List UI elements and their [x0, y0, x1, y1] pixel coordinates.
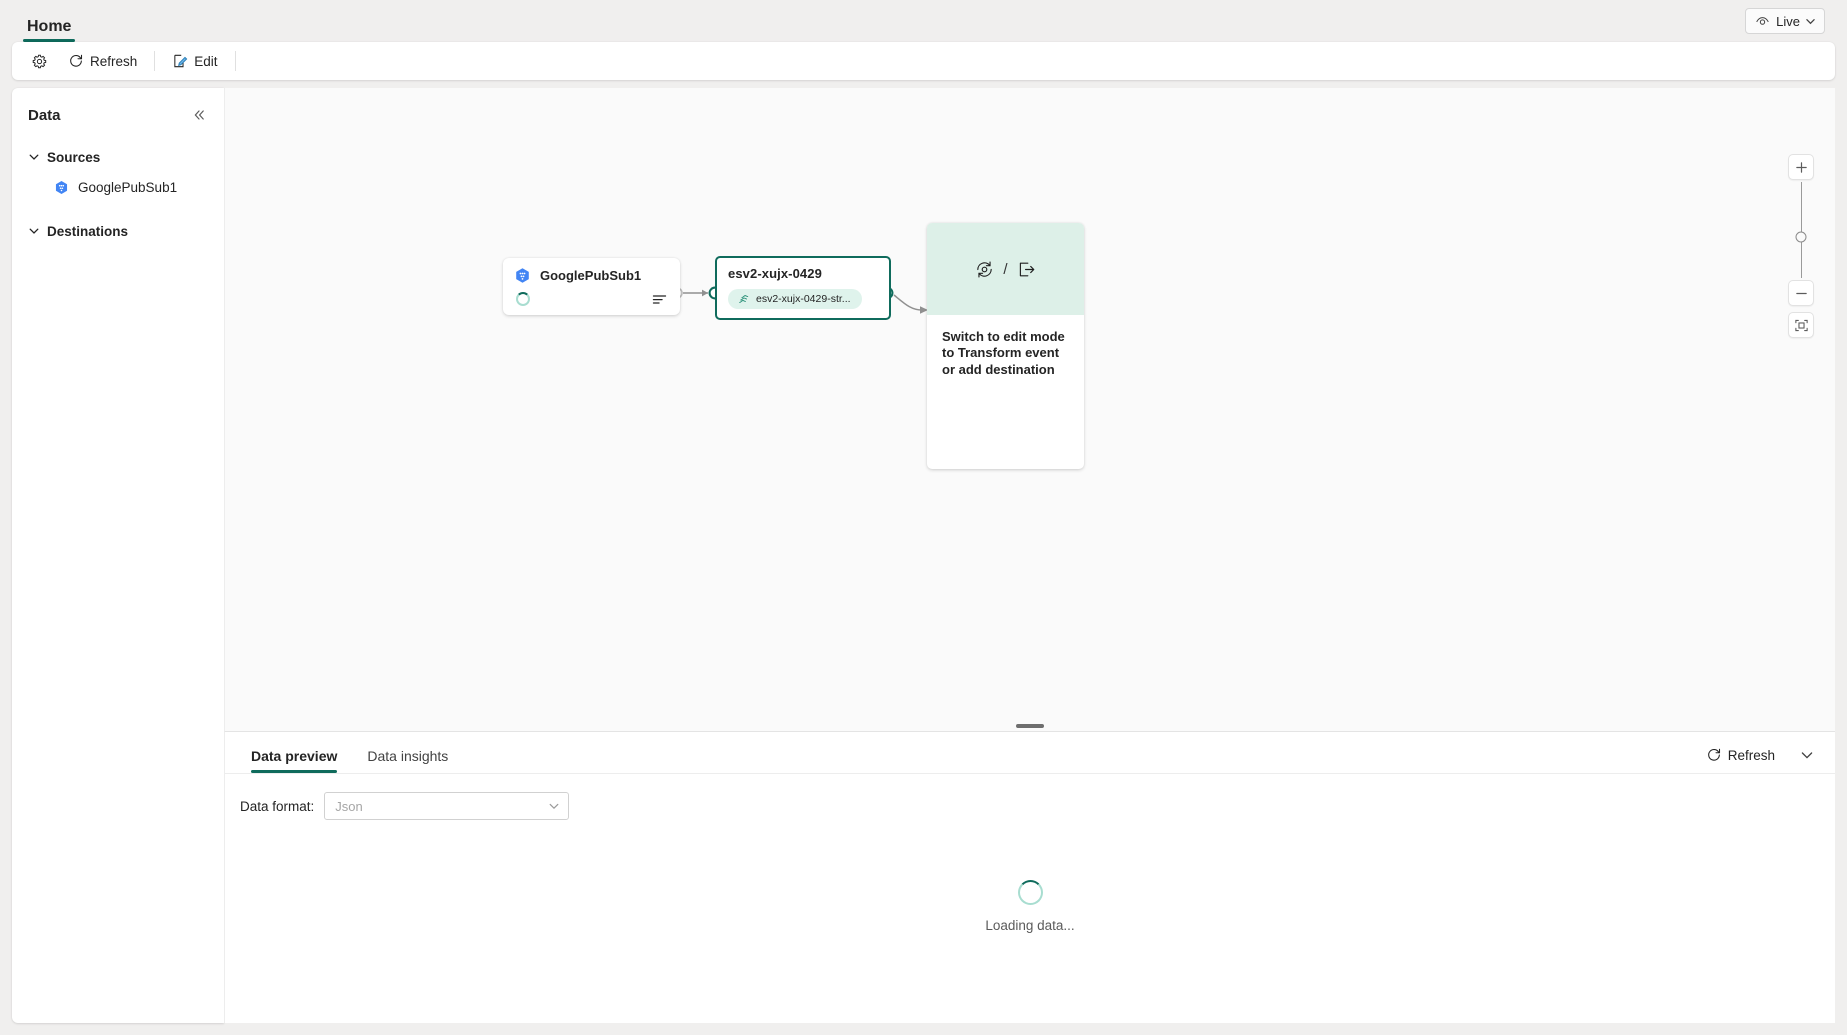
canvas-node-placeholder[interactable]: / Switch to edit mode to Transform event… [927, 223, 1084, 469]
bottom-panel-collapse-button[interactable] [1795, 743, 1819, 767]
fit-to-screen-button[interactable] [1788, 312, 1814, 338]
zoom-slider-handle[interactable] [1796, 232, 1807, 243]
refresh-icon [68, 53, 84, 69]
minus-icon [1795, 287, 1808, 300]
eventstream-stream-label: esv2-xujx-0429-str... [756, 293, 851, 305]
data-format-value: Json [335, 799, 362, 814]
canvas-node-source[interactable]: GooglePubSub1 [503, 258, 680, 315]
tab-home[interactable]: Home [23, 19, 75, 42]
edit-button[interactable]: Edit [163, 47, 226, 75]
chevron-down-icon [1800, 748, 1814, 762]
source-node-header: GooglePubSub1 [514, 267, 669, 284]
canvas-node-eventstream[interactable]: esv2-xujx-0429 esv2-xujx-0429-str... [715, 256, 891, 320]
add-destination-icon [1016, 259, 1037, 280]
transform-event-icon [974, 259, 995, 280]
sidebar-group-destinations[interactable]: Destinations [12, 216, 224, 246]
eye-icon [1755, 14, 1770, 29]
chevron-down-icon [548, 800, 560, 812]
data-format-label: Data format: [240, 799, 314, 814]
zoom-out-button[interactable] [1788, 280, 1814, 306]
bottom-panel-actions: Refresh [1700, 743, 1819, 767]
live-mode-label: Live [1776, 14, 1800, 29]
plus-icon [1795, 161, 1808, 174]
chevron-down-icon [28, 151, 40, 163]
tab-data-insights[interactable]: Data insights [367, 748, 448, 773]
loading-data-text: Loading data... [985, 918, 1074, 933]
tab-data-preview-label: Data preview [251, 748, 337, 764]
google-pubsub-icon [514, 267, 531, 284]
sidebar-collapse-button[interactable] [188, 104, 210, 126]
placeholder-hint-text: Switch to edit mode to Transform event o… [927, 315, 1084, 378]
edit-pencil-icon [172, 53, 188, 69]
chevron-down-icon [1806, 17, 1815, 26]
data-preview-loading: Loading data... [225, 880, 1835, 933]
live-mode-button[interactable]: Live [1745, 8, 1825, 34]
tab-home-label: Home [27, 18, 71, 35]
data-sidebar: Data Sources GooglePubSub1 Desti [12, 88, 224, 1023]
sidebar-group-destinations-label: Destinations [47, 224, 128, 239]
eventstream-canvas[interactable]: GooglePubSub1 esv2-xujx-0429 esv2-xujx-0… [224, 88, 1835, 721]
loading-spinner-icon [516, 292, 530, 306]
splitter-grip [1016, 724, 1044, 728]
chevron-down-icon [28, 225, 40, 237]
placeholder-icon-row: / [927, 223, 1084, 315]
bottom-refresh-button[interactable]: Refresh [1700, 743, 1781, 767]
source-node-title: GooglePubSub1 [540, 268, 641, 283]
sidebar-group-sources[interactable]: Sources [12, 142, 224, 172]
google-pubsub-icon [54, 180, 69, 195]
sidebar-header: Data [12, 102, 224, 128]
canvas-zoom-controls [1783, 154, 1819, 338]
toolbar-separator-1 [154, 51, 155, 71]
gear-icon [31, 53, 48, 70]
panel-splitter[interactable] [224, 721, 1835, 731]
fit-to-screen-icon [1794, 318, 1809, 333]
bottom-panel-tabs: Data preview Data insights Refresh [225, 732, 1835, 774]
refresh-button-label: Refresh [90, 54, 137, 69]
data-format-select[interactable]: Json [324, 792, 569, 820]
zoom-slider-track[interactable] [1801, 182, 1802, 278]
refresh-button[interactable]: Refresh [59, 47, 146, 75]
tab-data-insights-label: Data insights [367, 748, 448, 764]
refresh-icon [1706, 747, 1722, 763]
edit-button-label: Edit [194, 54, 217, 69]
toolbar-separator-2 [235, 51, 236, 71]
source-node-footer [514, 292, 669, 306]
command-toolbar: Refresh Edit [12, 42, 1835, 80]
menu-lines-icon[interactable] [652, 293, 667, 305]
bottom-refresh-label: Refresh [1728, 748, 1775, 763]
data-format-row: Data format: Json [225, 774, 1835, 820]
zoom-in-button[interactable] [1788, 154, 1814, 180]
window-tab-strip: Home Live [0, 0, 1847, 42]
chevron-double-left-icon [192, 108, 206, 122]
eventstream-node-title: esv2-xujx-0429 [728, 266, 879, 281]
eventstream-stream-pill[interactable]: esv2-xujx-0429-str... [728, 289, 862, 309]
sidebar-item-googlepubsub1-label: GooglePubSub1 [78, 180, 177, 195]
bottom-panel: Data preview Data insights Refresh Data … [224, 731, 1835, 1023]
placeholder-separator: / [1003, 261, 1007, 278]
sidebar-title: Data [28, 107, 61, 124]
settings-button[interactable] [22, 47, 57, 75]
loading-spinner-icon [1018, 880, 1043, 905]
stream-waves-icon [737, 293, 750, 306]
sidebar-group-sources-label: Sources [47, 150, 100, 165]
tab-data-preview[interactable]: Data preview [251, 748, 337, 773]
sidebar-item-googlepubsub1[interactable]: GooglePubSub1 [12, 172, 224, 202]
